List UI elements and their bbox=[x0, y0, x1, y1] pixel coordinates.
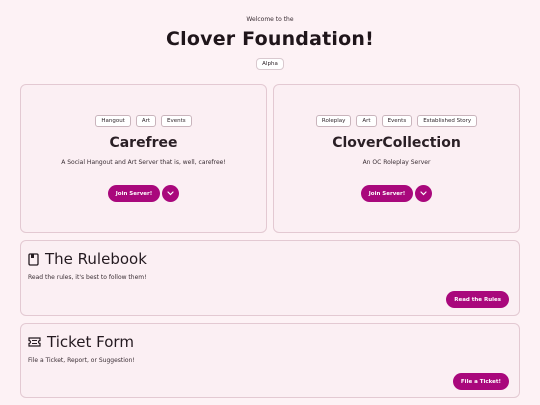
chevron-down-icon bbox=[167, 191, 174, 196]
server-name: CloverCollection bbox=[332, 135, 461, 151]
book-icon bbox=[28, 252, 39, 266]
rulebook-heading: The Rulebook bbox=[28, 250, 147, 268]
rulebook-description: Read the rules, it's best to follow them… bbox=[28, 274, 147, 281]
join-options-dropdown-button[interactable] bbox=[162, 185, 180, 202]
alpha-badge: Alpha bbox=[256, 58, 284, 70]
read-rules-button[interactable]: Read the Rules bbox=[446, 291, 509, 308]
rulebook-title: The Rulebook bbox=[45, 250, 147, 268]
tag-roleplay: Roleplay bbox=[315, 115, 352, 127]
join-options-dropdown-button[interactable] bbox=[415, 185, 433, 202]
server-name: Carefree bbox=[109, 135, 178, 151]
ticket-description: File a Ticket, Report, or Suggestion! bbox=[28, 357, 135, 364]
rulebook-card: The Rulebook Read the rules, it's best t… bbox=[20, 240, 520, 316]
file-ticket-button[interactable]: File a Ticket! bbox=[452, 373, 509, 390]
tag-events: Events bbox=[161, 115, 192, 127]
ticket-card: Ticket Form File a Ticket, Report, or Su… bbox=[20, 323, 520, 398]
welcome-text: Welcome to the bbox=[246, 16, 294, 23]
server-card-clovercollection: Roleplay Art Events Established Story Cl… bbox=[273, 84, 520, 233]
join-server-button[interactable]: Join Server! bbox=[107, 185, 161, 202]
tag-art: Art bbox=[135, 115, 157, 127]
tag-established-story: Established Story bbox=[417, 115, 478, 127]
chevron-down-icon bbox=[420, 191, 427, 196]
server-actions: Join Server! bbox=[21, 185, 266, 202]
server-card-carefree: Hangout Art Events Carefree A Social Han… bbox=[20, 84, 267, 233]
server-actions: Join Server! bbox=[274, 185, 519, 202]
tag-art: Art bbox=[356, 115, 377, 127]
site-title: Clover Foundation! bbox=[166, 28, 374, 50]
tag-events: Events bbox=[381, 115, 413, 127]
tag-list: Roleplay Art Events Established Story bbox=[274, 115, 519, 127]
server-description: An OC Roleplay Server bbox=[362, 159, 431, 166]
ticket-heading: Ticket Form bbox=[28, 333, 134, 351]
tag-list: Hangout Art Events bbox=[21, 115, 266, 127]
tag-hangout: Hangout bbox=[95, 115, 131, 127]
server-description: A Social Hangout and Art Server that is,… bbox=[61, 159, 226, 166]
join-server-button[interactable]: Join Server! bbox=[360, 185, 414, 202]
site-header: Welcome to the Clover Foundation! Alpha bbox=[0, 0, 540, 70]
ticket-title: Ticket Form bbox=[47, 333, 134, 351]
ticket-icon bbox=[28, 337, 41, 347]
